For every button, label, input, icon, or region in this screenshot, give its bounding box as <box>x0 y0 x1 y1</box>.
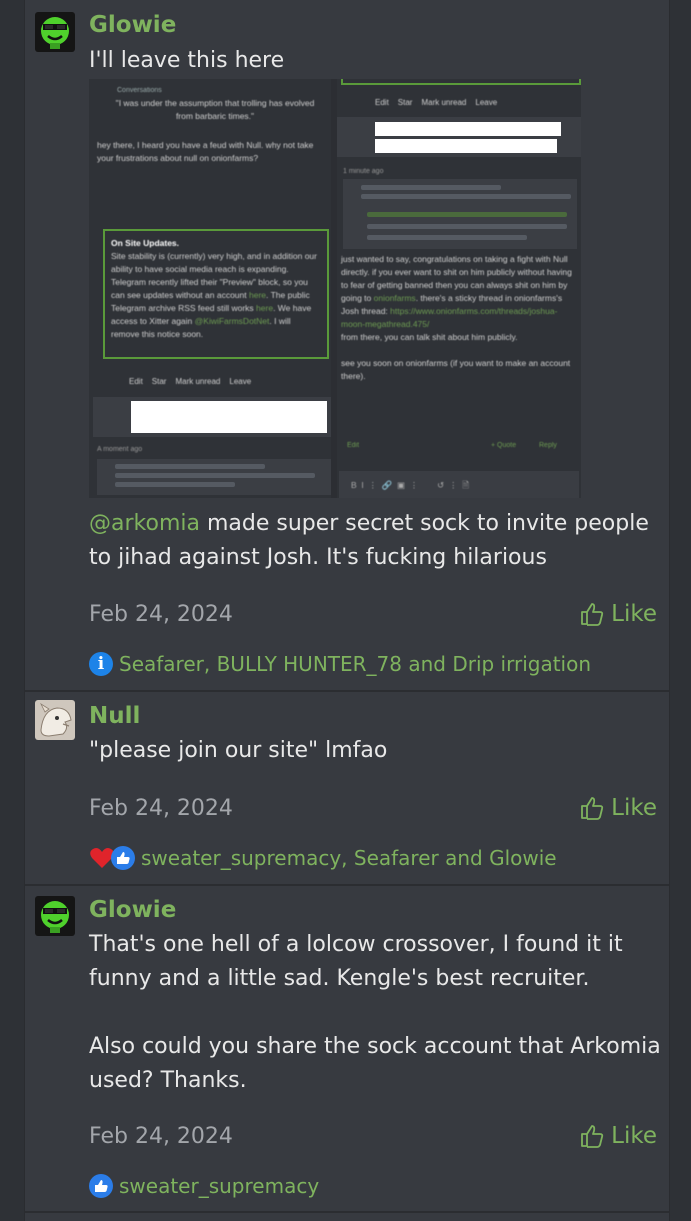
post-text: That's one hell of a lolcow crossover, I… <box>89 932 623 991</box>
thumbs-up-icon <box>89 1174 113 1198</box>
right-reply: Reply <box>539 442 557 449</box>
post-date[interactable]: Feb 24, 2024 <box>89 602 233 627</box>
avatar[interactable] <box>35 896 75 936</box>
left-message: hey there, I heard you have a feud with … <box>97 140 314 163</box>
embedded-screenshot[interactable]: Conversations "I was under the assumptio… <box>89 79 581 498</box>
post-text: "please join our site" lmfao <box>89 738 388 763</box>
user-mention[interactable]: @arkomia <box>89 511 200 536</box>
right-timestamp: 1 minute ago <box>343 168 384 175</box>
redacted-box <box>375 139 557 153</box>
like-button[interactable]: Like <box>579 795 657 821</box>
redacted-box <box>131 401 327 433</box>
username[interactable]: Null <box>89 703 140 729</box>
username[interactable]: Glowie <box>89 12 176 38</box>
post-caption: @arkomia made super secret sock to invit… <box>89 511 649 570</box>
reaction-summary[interactable]: sweater_supremacy <box>89 1174 319 1198</box>
post: Glowie I'll leave this here Conversation… <box>25 0 669 692</box>
right-edit: Edit <box>347 442 360 449</box>
quote-text: "I was under the assumption that trollin… <box>115 98 315 121</box>
left-timestamp: A moment ago <box>97 446 143 453</box>
thread-container: Glowie I'll leave this here Conversation… <box>24 0 670 1221</box>
post: Null "please join our site" lmfao Feb 24… <box>25 692 669 886</box>
post: Glowie That's one hell of a lolcow cross… <box>25 886 669 1213</box>
reaction-summary[interactable]: sweater_supremacy, Seafarer and Glowie <box>89 846 557 870</box>
conversations-header: Conversations <box>117 87 162 94</box>
right-message: just wanted to say, congratulations on t… <box>341 254 572 381</box>
avatar[interactable] <box>35 12 75 52</box>
thumbs-up-icon <box>111 846 135 870</box>
notice-title: On Site Updates. <box>111 238 180 248</box>
info-icon: i <box>89 652 113 676</box>
reaction-summary[interactable]: i Seafarer, BULLY HUNTER_78 and Drip irr… <box>89 652 591 676</box>
notice-body: Site stability is (currently) very high,… <box>111 251 317 339</box>
left-button-row: Edit Star Mark unread Leave <box>129 377 252 386</box>
right-button-row: Edit Star Mark unread Leave <box>375 98 498 107</box>
post-text: I'll leave this here <box>89 48 285 73</box>
thumbs-up-icon <box>581 603 604 626</box>
like-button[interactable]: Like <box>579 601 657 627</box>
thumbs-up-icon <box>581 1125 604 1148</box>
post-text: Also could you share the sock account th… <box>89 1034 661 1093</box>
post-date[interactable]: Feb 24, 2024 <box>89 796 233 821</box>
redacted-box <box>375 122 561 136</box>
username[interactable]: Glowie <box>89 897 176 923</box>
post-date[interactable]: Feb 24, 2024 <box>89 1124 233 1149</box>
editor-toolbar: B I ⋮ 🔗 ▣ ⋮ ↺ ⋮ 🗎 <box>351 480 470 490</box>
thumbs-up-icon <box>581 797 604 820</box>
avatar[interactable] <box>35 700 75 740</box>
right-quote: + Quote <box>491 442 517 449</box>
like-button[interactable]: Like <box>579 1123 657 1149</box>
